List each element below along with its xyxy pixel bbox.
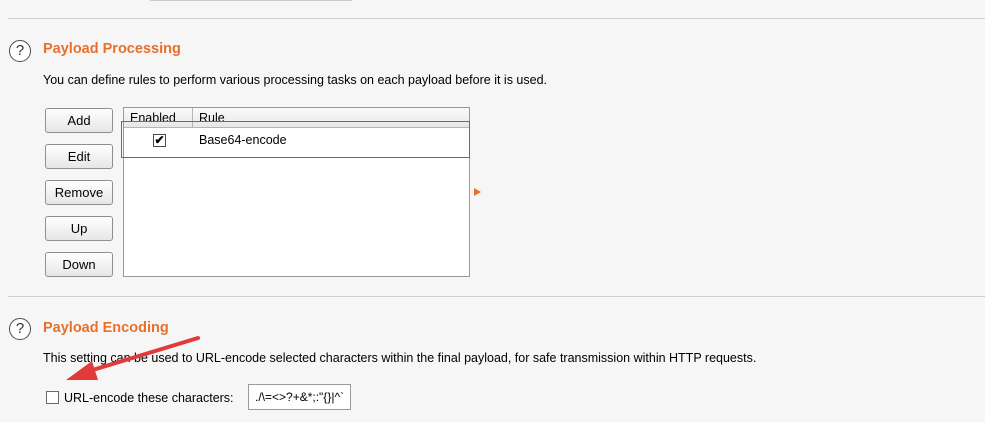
annotation-arrow-icon bbox=[66, 336, 200, 380]
url-encode-characters-input[interactable] bbox=[248, 384, 351, 410]
payload-processing-description: You can define rules to perform various … bbox=[43, 73, 547, 87]
add-button[interactable]: Add bbox=[45, 108, 113, 133]
help-icon[interactable]: ? bbox=[9, 40, 31, 62]
down-button[interactable]: Down bbox=[45, 252, 113, 277]
payload-processing-title: Payload Processing bbox=[43, 41, 181, 57]
help-icon[interactable]: ? bbox=[9, 318, 31, 340]
annotation-highlight-box bbox=[121, 121, 470, 158]
section-divider bbox=[8, 18, 985, 19]
previous-section-field bbox=[150, 0, 352, 1]
edit-button[interactable]: Edit bbox=[45, 144, 113, 169]
expand-arrow-icon[interactable] bbox=[474, 188, 481, 196]
up-button[interactable]: Up bbox=[45, 216, 113, 241]
section-divider bbox=[8, 296, 985, 297]
url-encode-checkbox[interactable] bbox=[46, 391, 59, 404]
remove-button[interactable]: Remove bbox=[45, 180, 113, 205]
url-encode-label: URL-encode these characters: bbox=[64, 391, 234, 405]
